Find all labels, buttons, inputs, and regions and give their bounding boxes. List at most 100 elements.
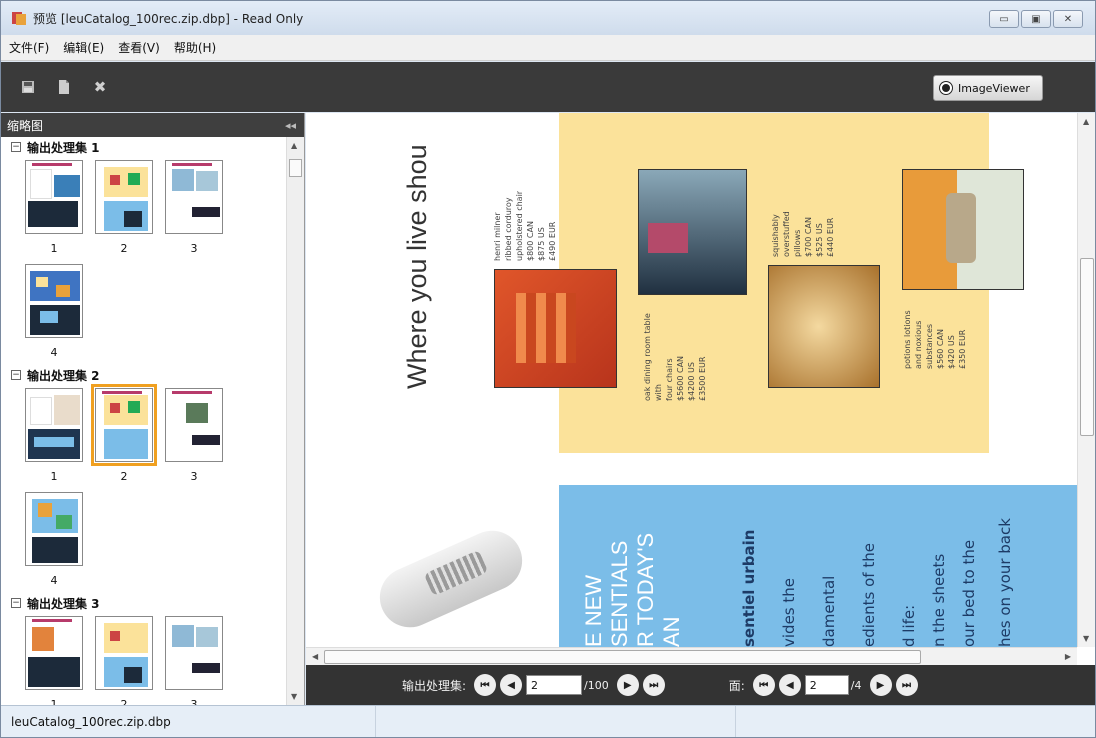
page-thumbnail[interactable]: [165, 388, 223, 462]
thumbnail-item[interactable]: 3: [159, 385, 229, 489]
collapse-box-icon[interactable]: −: [11, 370, 21, 380]
page-preview: Where you live shou henri milner ribbed …: [306, 113, 1077, 647]
close-icon[interactable]: ✖: [91, 78, 109, 96]
page-thumbnail[interactable]: [25, 616, 83, 690]
page-number: 3: [190, 242, 198, 255]
group-header[interactable]: − 输出处理集 1: [11, 137, 285, 157]
image-viewer-label: ImageViewer: [958, 81, 1030, 95]
scroll-up-icon[interactable]: ▲: [1083, 117, 1089, 126]
thumbnail-item[interactable]: 3: [159, 613, 229, 705]
body-line: n the sheets: [930, 553, 948, 647]
page-thumbnail[interactable]: [95, 616, 153, 690]
horizontal-scrollbar[interactable]: ◀ ▶: [306, 647, 1077, 665]
thumbnail-item[interactable]: 2: [89, 384, 159, 489]
group-title: 输出处理集 1: [27, 140, 100, 155]
page-thumbnail[interactable]: [165, 160, 223, 234]
set-label: 输出处理集:: [402, 678, 467, 693]
last-face-button[interactable]: ⏭: [895, 674, 918, 696]
thumbnail-item[interactable]: 4: [19, 261, 89, 365]
last-set-button[interactable]: ⏭: [642, 674, 665, 696]
scroll-right-icon[interactable]: ▶: [1065, 652, 1071, 661]
prev-set-button[interactable]: ◀: [500, 674, 523, 696]
page-number: 1: [50, 470, 58, 483]
face-label: 面:: [728, 678, 745, 693]
image-viewer-icon: [940, 82, 952, 94]
set-number-input[interactable]: 2: [526, 675, 583, 695]
menu-edit[interactable]: 编辑(E): [63, 39, 104, 56]
essentials-line: AN: [659, 616, 684, 647]
sidebar-title: 缩略图: [7, 118, 44, 133]
preview-pane: Where you live shou henri milner ribbed …: [306, 113, 1095, 705]
menu-bar: 文件(F) 编辑(E) 查看(V) 帮助(H): [1, 35, 1095, 61]
save-icon[interactable]: [19, 78, 37, 96]
scroll-down-icon[interactable]: ▼: [291, 692, 297, 701]
close-window-button[interactable]: ✕: [1053, 10, 1083, 28]
body-line: vides the: [780, 578, 798, 647]
page-thumbnail[interactable]: [25, 388, 83, 462]
group-header[interactable]: − 输出处理集 2: [11, 365, 285, 385]
body-line: sentiel urbain: [740, 529, 758, 647]
scroll-left-icon[interactable]: ◀: [312, 652, 318, 661]
thumbnail-item[interactable]: 1: [19, 157, 89, 261]
first-set-button[interactable]: ⏮: [474, 674, 497, 696]
app-window: 预览 [leuCatalog_100rec.zip.dbp] - Read On…: [0, 0, 1096, 738]
essentials-line: R TODAY'S: [633, 532, 658, 647]
sidebar-header: 缩略图 ◂◂: [1, 113, 304, 137]
thumbnail-item[interactable]: 1: [19, 613, 89, 705]
page-number: 2: [120, 470, 128, 483]
toolbar: ✖ ImageViewer: [1, 62, 1095, 112]
page-number: 1: [50, 242, 58, 255]
collapse-box-icon[interactable]: −: [11, 598, 21, 608]
collapse-box-icon[interactable]: −: [11, 142, 21, 152]
status-bar: leuCatalog_100rec.zip.dbp: [1, 705, 1095, 737]
document-icon[interactable]: [55, 78, 73, 96]
minimize-button[interactable]: ▭: [989, 10, 1019, 28]
page-number: 4: [50, 574, 58, 587]
scroll-down-icon[interactable]: ▼: [1083, 634, 1089, 643]
page-number: 2: [120, 242, 128, 255]
thumbnail-item[interactable]: 4: [19, 489, 89, 593]
page-thumbnail[interactable]: [95, 160, 153, 234]
thumbnail-item[interactable]: 2: [89, 613, 159, 705]
body-line: hes on your back: [996, 518, 1014, 647]
scroll-up-icon[interactable]: ▲: [291, 141, 297, 150]
menu-help[interactable]: 帮助(H): [174, 39, 216, 56]
product-caption: oak dining room table with four chairs $…: [643, 313, 707, 401]
thumbnail-item[interactable]: 1: [19, 385, 89, 489]
thumbnail-sidebar: 缩略图 ◂◂ − 输出处理集 1 1 2 3 4 − 输出处理集 2 1 2 3…: [1, 113, 305, 705]
thumbnail-item[interactable]: 2: [89, 157, 159, 261]
page-thumbnail[interactable]: [165, 616, 223, 690]
product-caption: squishably overstuffed pillows $700 CAN …: [771, 211, 835, 257]
page-thumbnail[interactable]: [25, 492, 83, 566]
page-thumbnail-selected[interactable]: [91, 384, 157, 466]
essentials-line: E NEW: [581, 574, 606, 647]
page-number: 3: [190, 698, 198, 705]
next-set-button[interactable]: ▶: [616, 674, 639, 696]
output-set-group: − 输出处理集 1 1 2 3 4: [1, 137, 285, 365]
image-viewer-button[interactable]: ImageViewer: [933, 75, 1043, 101]
group-title: 输出处理集 2: [27, 368, 100, 383]
next-face-button[interactable]: ▶: [869, 674, 892, 696]
collapse-icon[interactable]: ◂◂: [285, 119, 296, 132]
maximize-button[interactable]: ▣: [1021, 10, 1051, 28]
page-thumbnail[interactable]: [25, 160, 83, 234]
page-number: 1: [50, 698, 58, 705]
menu-view[interactable]: 查看(V): [118, 39, 160, 56]
prev-face-button[interactable]: ◀: [778, 674, 801, 696]
body-line: damental: [820, 575, 838, 647]
menu-file[interactable]: 文件(F): [9, 39, 49, 56]
status-segment: [376, 706, 736, 737]
sidebar-scrollbar[interactable]: ▲ ▼: [286, 137, 304, 705]
status-segment: [736, 706, 1095, 737]
sidebar-scroll-thumb[interactable]: [289, 159, 302, 177]
thumbnail-item[interactable]: 3: [159, 157, 229, 261]
page-thumbnail[interactable]: [25, 264, 83, 338]
app-icon: [12, 12, 26, 25]
group-header[interactable]: − 输出处理集 3: [11, 593, 285, 613]
first-face-button[interactable]: ⏮: [752, 674, 775, 696]
vertical-scroll-thumb[interactable]: [1080, 258, 1094, 436]
title-bar: 预览 [leuCatalog_100rec.zip.dbp] - Read On…: [1, 1, 1095, 35]
horizontal-scroll-thumb[interactable]: [324, 650, 921, 664]
vertical-scrollbar[interactable]: ▲ ▼: [1077, 113, 1095, 647]
face-number-input[interactable]: 2: [804, 675, 849, 695]
